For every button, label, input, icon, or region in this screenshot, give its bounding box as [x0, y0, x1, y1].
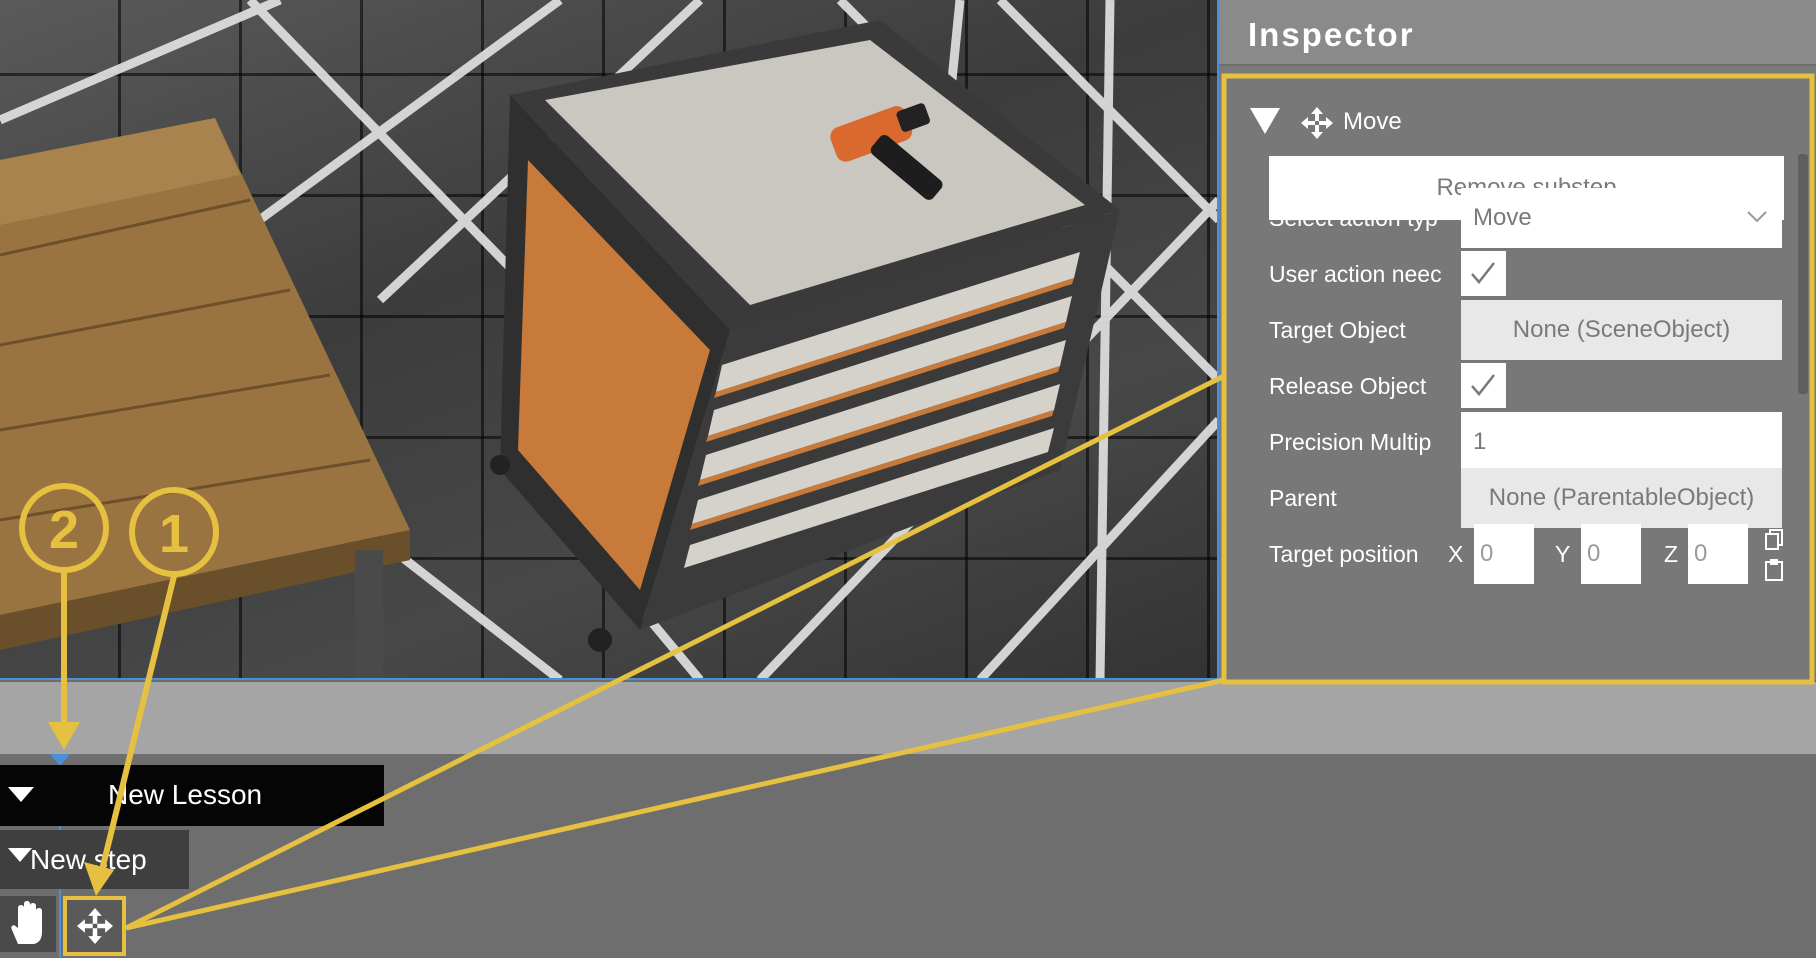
expand-arrow-icon[interactable] [8, 848, 32, 862]
chevron-down-icon [1747, 211, 1767, 223]
target-position-label: Target position [1269, 541, 1419, 567]
target-object-label: Target Object [1269, 317, 1406, 343]
inspector-panel: Inspector Move Remove substep Select act… [1219, 0, 1816, 680]
substep-move-button[interactable] [63, 896, 126, 956]
copy-icon[interactable] [1763, 528, 1785, 552]
user-action-checkbox[interactable] [1461, 251, 1506, 296]
action-type-value: Move [1473, 204, 1532, 231]
section-title-move: Move [1343, 108, 1402, 135]
scene-render [0, 0, 1217, 678]
target-position-y-input[interactable]: 0 [1581, 524, 1641, 584]
z-label: Z [1664, 541, 1679, 567]
target-position-x-input[interactable]: 0 [1474, 524, 1534, 584]
action-type-dropdown[interactable]: Move [1461, 188, 1782, 248]
scene-viewport[interactable] [0, 0, 1219, 680]
target-object-field[interactable]: None (SceneObject) [1461, 300, 1782, 360]
release-object-label: Release Object [1269, 373, 1427, 399]
panel-separator[interactable] [0, 682, 1816, 754]
precision-input[interactable]: 1 [1461, 412, 1782, 472]
parent-field[interactable]: None (ParentableObject) [1461, 468, 1782, 528]
step-label: New step [30, 844, 147, 875]
x-label: X [1448, 541, 1464, 567]
step-bar[interactable]: New step [0, 830, 189, 889]
user-action-label: User action neec [1269, 261, 1442, 287]
expand-arrow-icon[interactable] [8, 787, 34, 802]
precision-label: Precision Multip [1269, 429, 1432, 455]
substep-hand-button[interactable] [0, 896, 56, 952]
checkmark-icon [1471, 374, 1495, 396]
action-type-label: Select action typ [1269, 205, 1438, 231]
inspector-title: Inspector [1248, 16, 1415, 53]
hand-icon [11, 901, 43, 944]
paste-icon[interactable] [1763, 558, 1785, 582]
move-icon [1301, 107, 1333, 139]
inspector-header: Inspector [1219, 0, 1816, 66]
release-object-checkbox[interactable] [1461, 363, 1506, 408]
checkmark-icon [1471, 262, 1495, 284]
y-label: Y [1555, 541, 1571, 567]
lesson-bar[interactable]: New Lesson [0, 765, 384, 826]
move-icon [77, 908, 113, 944]
inspector-scrollbar[interactable] [1798, 154, 1808, 394]
collapse-triangle-icon[interactable] [1250, 108, 1280, 134]
parent-label: Parent [1269, 485, 1337, 511]
lesson-label: New Lesson [108, 779, 263, 810]
target-position-z-input[interactable]: 0 [1688, 524, 1748, 584]
inspector-body: Move Remove substep Select action typ Mo… [1223, 74, 1816, 680]
